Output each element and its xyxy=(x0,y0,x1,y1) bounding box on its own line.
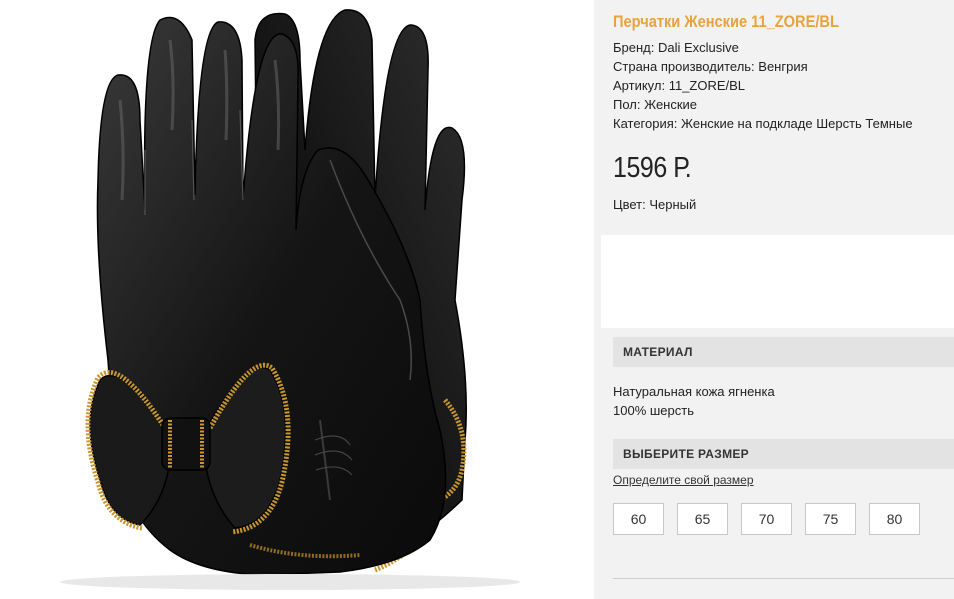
size-option-75[interactable]: 75 xyxy=(805,503,856,535)
divider xyxy=(613,578,954,579)
size-option-70[interactable]: 70 xyxy=(741,503,792,535)
size-option-80[interactable]: 80 xyxy=(869,503,920,535)
gloves-icon xyxy=(60,9,520,590)
size-option-60[interactable]: 60 xyxy=(613,503,664,535)
material-line-2: 100% шерсть xyxy=(613,403,694,418)
material-heading: МАТЕРИАЛ xyxy=(613,337,954,367)
gender-text: Пол: Женские xyxy=(613,97,698,112)
material-line-1: Натуральная кожа ягненка xyxy=(613,384,775,399)
product-title: Перчатки Женские 11_ZORE/BL xyxy=(613,12,839,31)
product-price: 1596 Р. xyxy=(613,152,692,184)
brand-text: Бренд: Dali Exclusive xyxy=(613,40,739,55)
article-text: Артикул: 11_ZORE/BL xyxy=(613,78,746,93)
product-properties: Бренд: Dali Exclusive Страна производите… xyxy=(613,38,913,133)
color-text: Цвет: Черный xyxy=(613,197,697,212)
size-option-65[interactable]: 65 xyxy=(677,503,728,535)
size-heading: ВЫБЕРИТЕ РАЗМЕР xyxy=(613,439,954,469)
blank-panel xyxy=(601,235,954,328)
product-image[interactable] xyxy=(0,0,594,599)
size-options: 60 65 70 75 80 xyxy=(613,503,920,535)
country-text: Страна производитель: Венгрия xyxy=(613,59,808,74)
category-text: Категория: Женские на подкладе Шерсть Те… xyxy=(613,116,913,131)
material-description: Натуральная кожа ягненка 100% шерсть xyxy=(613,382,775,420)
size-guide-link[interactable]: Определите свой размер xyxy=(613,473,754,487)
product-info-panel: Перчатки Женские 11_ZORE/BL Бренд: Dali … xyxy=(594,0,954,599)
